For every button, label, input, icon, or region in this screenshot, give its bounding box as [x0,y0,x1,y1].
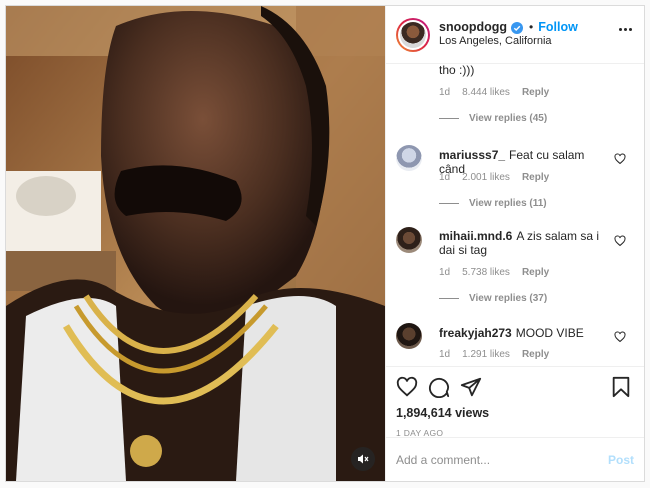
video-player[interactable] [6,6,385,481]
verified-badge-icon [511,21,524,34]
mute-button[interactable] [351,447,375,471]
comment-time[interactable]: 1d [439,87,450,98]
commenter-avatar[interactable] [396,323,422,349]
comment-text: tho :))) [439,65,475,77]
view-count[interactable]: 1,894,614 views [396,406,634,420]
speaker-muted-icon [358,454,369,464]
author-username[interactable]: snoopdogg [439,20,507,36]
comment-likes[interactable]: 1.291 likes [462,349,510,360]
view-replies-button[interactable]: View replies (45) [439,113,547,124]
author-avatar[interactable] [396,17,430,52]
reply-button[interactable]: Reply [522,349,549,360]
comment-meta: 1d 1.291 likes Reply [439,349,549,360]
video-frame [6,6,385,481]
post-sidebar: snoopdogg • Follow Los Angeles, Californ… [385,6,644,481]
comment-item: mariusss7_ Feat cu salam când 1d 2.001 li… [396,145,634,215]
post-container: snoopdogg • Follow Los Angeles, Californ… [5,5,645,482]
comment-like-icon[interactable] [614,331,626,343]
comment-likes[interactable]: 8.444 likes [462,87,510,98]
share-icon[interactable] [460,376,482,398]
post-location[interactable]: Los Angeles, California [439,35,578,49]
post-actions-section: 1,894,614 views 1 DAY AGO [386,366,644,438]
commenter-avatar[interactable] [396,145,422,171]
post-comment-button[interactable]: Post [608,453,634,467]
comment-time[interactable]: 1d [439,267,450,278]
post-header: snoopdogg • Follow Los Angeles, Californ… [386,6,644,64]
view-replies-button[interactable]: View replies (37) [439,293,547,304]
heart-icon[interactable] [396,376,418,398]
follow-button[interactable]: Follow [538,20,578,36]
bookmark-icon[interactable] [610,376,632,398]
comment-icon[interactable] [428,376,450,398]
comment-username[interactable]: freakyjah273 [439,326,512,340]
header-separator: • [529,20,534,35]
add-comment-bar: Post [386,437,644,481]
comment-username[interactable]: mariusss7_ [439,148,505,162]
comment-body: mihaii.mnd.6 A zis salam sa i dai si tag [439,229,600,257]
comment-item: freakyjah273 MOOD VIBE 1d 1.291 likes Rep… [396,323,634,365]
comment-meta: 1d 2.001 likes Reply [439,172,549,183]
comment-meta: 1d 8.444 likes Reply [439,87,549,98]
comment-input[interactable] [396,452,608,467]
comment-time[interactable]: 1d [439,349,450,360]
more-options-icon[interactable] [619,28,632,31]
reply-button[interactable]: Reply [522,267,549,278]
comment-text: MOOD VIBE [515,326,584,340]
comment-body: freakyjah273 MOOD VIBE [439,326,600,340]
view-replies-button[interactable]: View replies (11) [439,198,547,209]
comments-list[interactable]: tho :))) 1d 8.444 likes Reply View repli… [386,65,644,365]
commenter-avatar[interactable] [396,227,422,253]
reply-button[interactable]: Reply [522,172,549,183]
comment-like-icon[interactable] [614,235,626,247]
comment-time[interactable]: 1d [439,172,450,183]
comment-likes[interactable]: 5.738 likes [462,267,510,278]
comment-meta: 1d 5.738 likes Reply [439,267,549,278]
comment-like-icon[interactable] [614,153,626,165]
reply-button[interactable]: Reply [522,87,549,98]
action-bar [396,367,634,407]
comment-username[interactable]: mihaii.mnd.6 [439,229,512,243]
comment-likes[interactable]: 2.001 likes [462,172,510,183]
comment-item: mihaii.mnd.6 A zis salam sa i dai si tag … [396,227,634,311]
comment-item: tho :))) 1d 8.444 likes Reply View repli… [396,65,634,133]
